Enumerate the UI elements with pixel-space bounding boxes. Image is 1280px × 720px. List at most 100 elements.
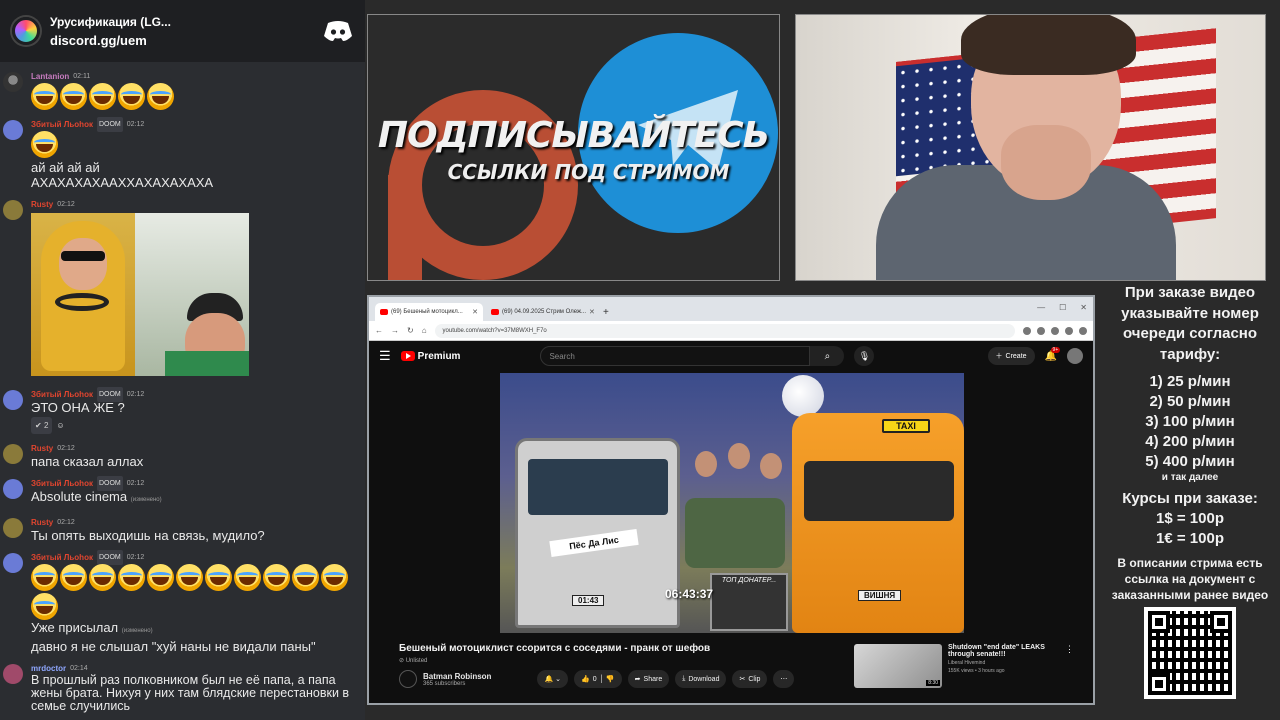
hamburger-menu-icon[interactable]: ☰ — [379, 348, 391, 364]
chat-message: Lantanion 02:11 — [0, 68, 365, 112]
donater-label: ТОП ДОНАТЕР... — [721, 577, 777, 584]
laughing-crying-emoji-icon — [89, 564, 116, 591]
browser-tab-active[interactable]: (69) Бешеный мотоцикл... ✕ — [375, 303, 483, 321]
url-field[interactable]: youtube.com/watch?v=37M8WXH_F7o — [434, 323, 1015, 338]
share-button[interactable]: ➦ Share — [627, 670, 670, 688]
price-tier: 4) 200 р/мин — [1145, 433, 1235, 450]
close-tab-icon[interactable]: ✕ — [589, 308, 594, 316]
channel-avatar[interactable] — [399, 670, 417, 688]
microphone-icon[interactable]: 🎙 — [854, 346, 875, 366]
avatar[interactable] — [3, 664, 23, 684]
laughing-crying-emoji-icon — [118, 83, 145, 110]
green-car — [685, 498, 785, 568]
timestamp: 02:12 — [126, 553, 145, 561]
more-options-icon[interactable]: ⋮ — [1065, 644, 1074, 688]
account-avatar[interactable] — [1067, 348, 1083, 364]
rate-line: 1€ = 100р — [1156, 530, 1224, 547]
emoji-row — [31, 564, 357, 620]
extension-icon[interactable] — [1037, 326, 1045, 335]
video-player[interactable]: Пёс Да Лис 01:43 TAXI ВИШНЯ ТОП ДОНАТЕР.… — [500, 373, 964, 633]
subscribe-banner: ПОДПИСЫВАЙТЕСЬ ССЫЛКИ ПОД СТРИМОМ — [367, 14, 780, 281]
avatar[interactable] — [3, 200, 23, 220]
order-header-line: указывайте номер — [1121, 304, 1259, 322]
notifications-bell-icon[interactable]: 🔔 9+ — [1045, 346, 1061, 362]
add-reaction-icon[interactable]: ☺ — [56, 418, 64, 433]
maximize-icon[interactable]: ☐ — [1059, 303, 1066, 312]
avatar[interactable] — [3, 553, 23, 573]
recommended-thumbnail[interactable]: 8:30 — [854, 644, 942, 688]
laughing-crying-emoji-icon — [176, 564, 203, 591]
youtube-favicon-icon — [491, 309, 499, 315]
subscribe-bell-button[interactable]: 🔔 ⌄ — [537, 670, 568, 688]
close-window-icon[interactable]: ✕ — [1080, 303, 1087, 312]
close-tab-icon[interactable]: ✕ — [472, 308, 478, 316]
search-input[interactable]: Search — [540, 346, 811, 366]
server-icon[interactable] — [12, 17, 40, 45]
recommended-title[interactable]: Shutdown "end date" LEAKS through senate… — [948, 644, 1059, 658]
dislike-icon[interactable]: │ 👎 — [600, 675, 615, 683]
extension-icon[interactable] — [1023, 326, 1031, 335]
price-tier: 5) 400 р/мин — [1145, 453, 1235, 470]
avatar[interactable] — [3, 479, 23, 499]
laughing-crying-emoji-icon — [89, 83, 116, 110]
message-text: Ты опять выходишь на связь, мудило? — [31, 528, 265, 543]
username[interactable]: Збитый Льоhoк — [31, 550, 93, 565]
home-icon[interactable]: ⌂ — [422, 326, 427, 335]
username[interactable]: Rusty — [31, 197, 53, 212]
laughing-crying-emoji-icon — [31, 564, 58, 591]
search-icon[interactable]: ⌕ — [810, 346, 845, 366]
visibility-text: Unlisted — [405, 658, 428, 664]
avatar[interactable] — [3, 444, 23, 464]
clip-button[interactable]: ✂ Clip — [732, 670, 768, 688]
taxi-sign: TAXI — [882, 419, 930, 433]
username[interactable]: Lantanion — [31, 69, 69, 84]
reload-icon[interactable]: ↻ — [407, 326, 414, 335]
recommended-video[interactable]: 8:30 Shutdown "end date" LEAKS through s… — [854, 644, 1074, 688]
download-button[interactable]: ⤓ Download — [675, 670, 727, 688]
laughing-crying-emoji-icon — [31, 131, 58, 158]
laughing-crying-emoji-icon — [60, 564, 87, 591]
extension-icon[interactable] — [1051, 326, 1059, 335]
laughing-crying-emoji-icon — [60, 83, 87, 110]
like-button[interactable]: 👍 0 │ 👎 — [573, 670, 622, 688]
reaction-chip[interactable]: ✔ 2 — [31, 417, 53, 434]
more-actions-button[interactable]: ⋯ — [773, 670, 795, 688]
avatar[interactable] — [3, 390, 23, 410]
address-bar: ← → ↻ ⌂ youtube.com/watch?v=37M8WXH_F7o — [369, 321, 1093, 341]
message-body: Absolute cinema — [31, 489, 128, 504]
minimize-icon[interactable]: — — [1037, 303, 1045, 312]
server-invite-link[interactable]: discord.gg/uem — [50, 33, 313, 48]
username[interactable]: Збитый Льоhoк — [31, 117, 93, 132]
laughing-crying-emoji-icon — [118, 564, 145, 591]
order-header-line: очереди согласно — [1122, 325, 1258, 342]
create-button[interactable]: ＋ Create — [987, 347, 1035, 365]
recommended-channel: Liberal Hivemind — [948, 660, 986, 666]
extension-icon[interactable] — [1065, 326, 1073, 335]
people-group — [690, 443, 790, 503]
new-tab-button[interactable]: + — [597, 307, 615, 321]
price-etc: и так далее — [1161, 472, 1219, 483]
user-badge: DOOM — [96, 549, 123, 565]
chat-header: Урусификация (LG... discord.gg/uem — [0, 0, 365, 62]
forward-icon[interactable]: → — [391, 326, 399, 335]
channel-name[interactable]: Batman Robinson — [423, 672, 491, 681]
stream-layout: Урусификация (LG... discord.gg/uem Lanta… — [0, 0, 1280, 720]
video-info: Бешеный мотоциклист ссорится с соседями … — [399, 643, 839, 688]
message-list[interactable]: Lantanion 02:11 Збитый Льоhoк DOOM 02:12 ай… — [0, 62, 365, 715]
back-icon[interactable]: ← — [375, 326, 383, 335]
avatar[interactable] — [3, 72, 23, 92]
clip-label: Clip — [748, 675, 761, 683]
video-title: Бешеный мотоциклист ссорится с соседями … — [399, 643, 711, 654]
avatar[interactable] — [3, 120, 23, 140]
gif-attachment[interactable] — [31, 213, 249, 376]
browser-tab[interactable]: (69) 04.09.2025 Стрим Олеж...✕ — [486, 303, 594, 321]
youtube-favicon-icon — [380, 309, 388, 315]
browser-window: (69) Бешеный мотоцикл... ✕ (69) 04.09.202… — [367, 295, 1095, 705]
profile-icon[interactable] — [1079, 326, 1087, 335]
avatar[interactable] — [3, 518, 23, 538]
youtube-logo[interactable]: Premium — [400, 351, 460, 362]
message-text: В прошлый раз полковником был не её папа… — [31, 673, 350, 713]
edited-tag: (изменено) — [130, 497, 162, 503]
timestamp: 02:12 — [126, 390, 145, 398]
chat-message: Збитый Льоhoк DOOM 02:12 Absolute cinema (… — [0, 475, 365, 510]
